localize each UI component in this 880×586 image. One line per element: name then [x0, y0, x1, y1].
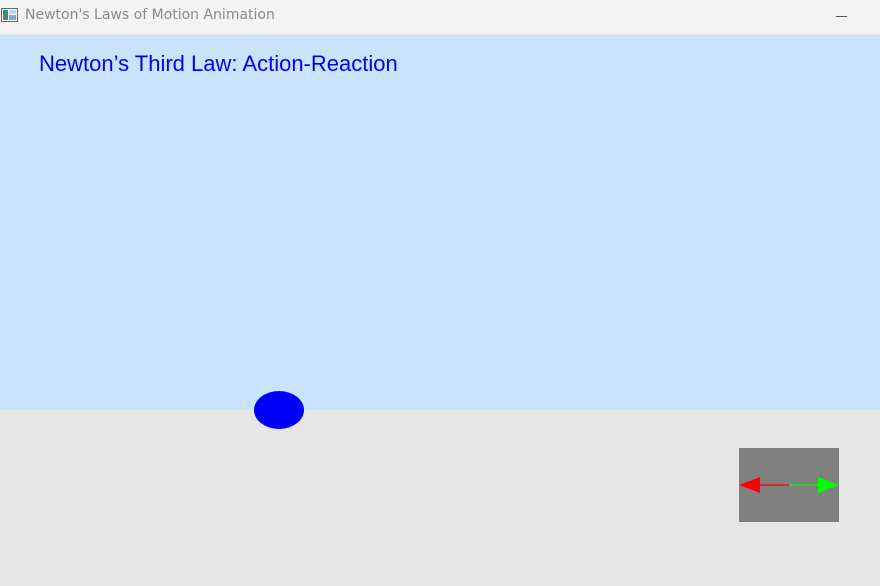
arrow-left-icon [739, 477, 760, 493]
ball-shape [254, 391, 304, 429]
scene-heading: Newton’s Third Law: Action-Reaction [39, 51, 398, 76]
app-window: Newton's Laws of Motion Animation Newton… [0, 0, 880, 586]
force-arrows [739, 477, 839, 493]
title-bar[interactable]: Newton's Laws of Motion Animation [0, 0, 880, 34]
minimize-button[interactable] [826, 0, 858, 34]
sky-area [0, 35, 880, 410]
arrow-right-icon [818, 477, 839, 493]
app-window-icon [1, 8, 18, 22]
window-title: Newton's Laws of Motion Animation [25, 7, 275, 23]
